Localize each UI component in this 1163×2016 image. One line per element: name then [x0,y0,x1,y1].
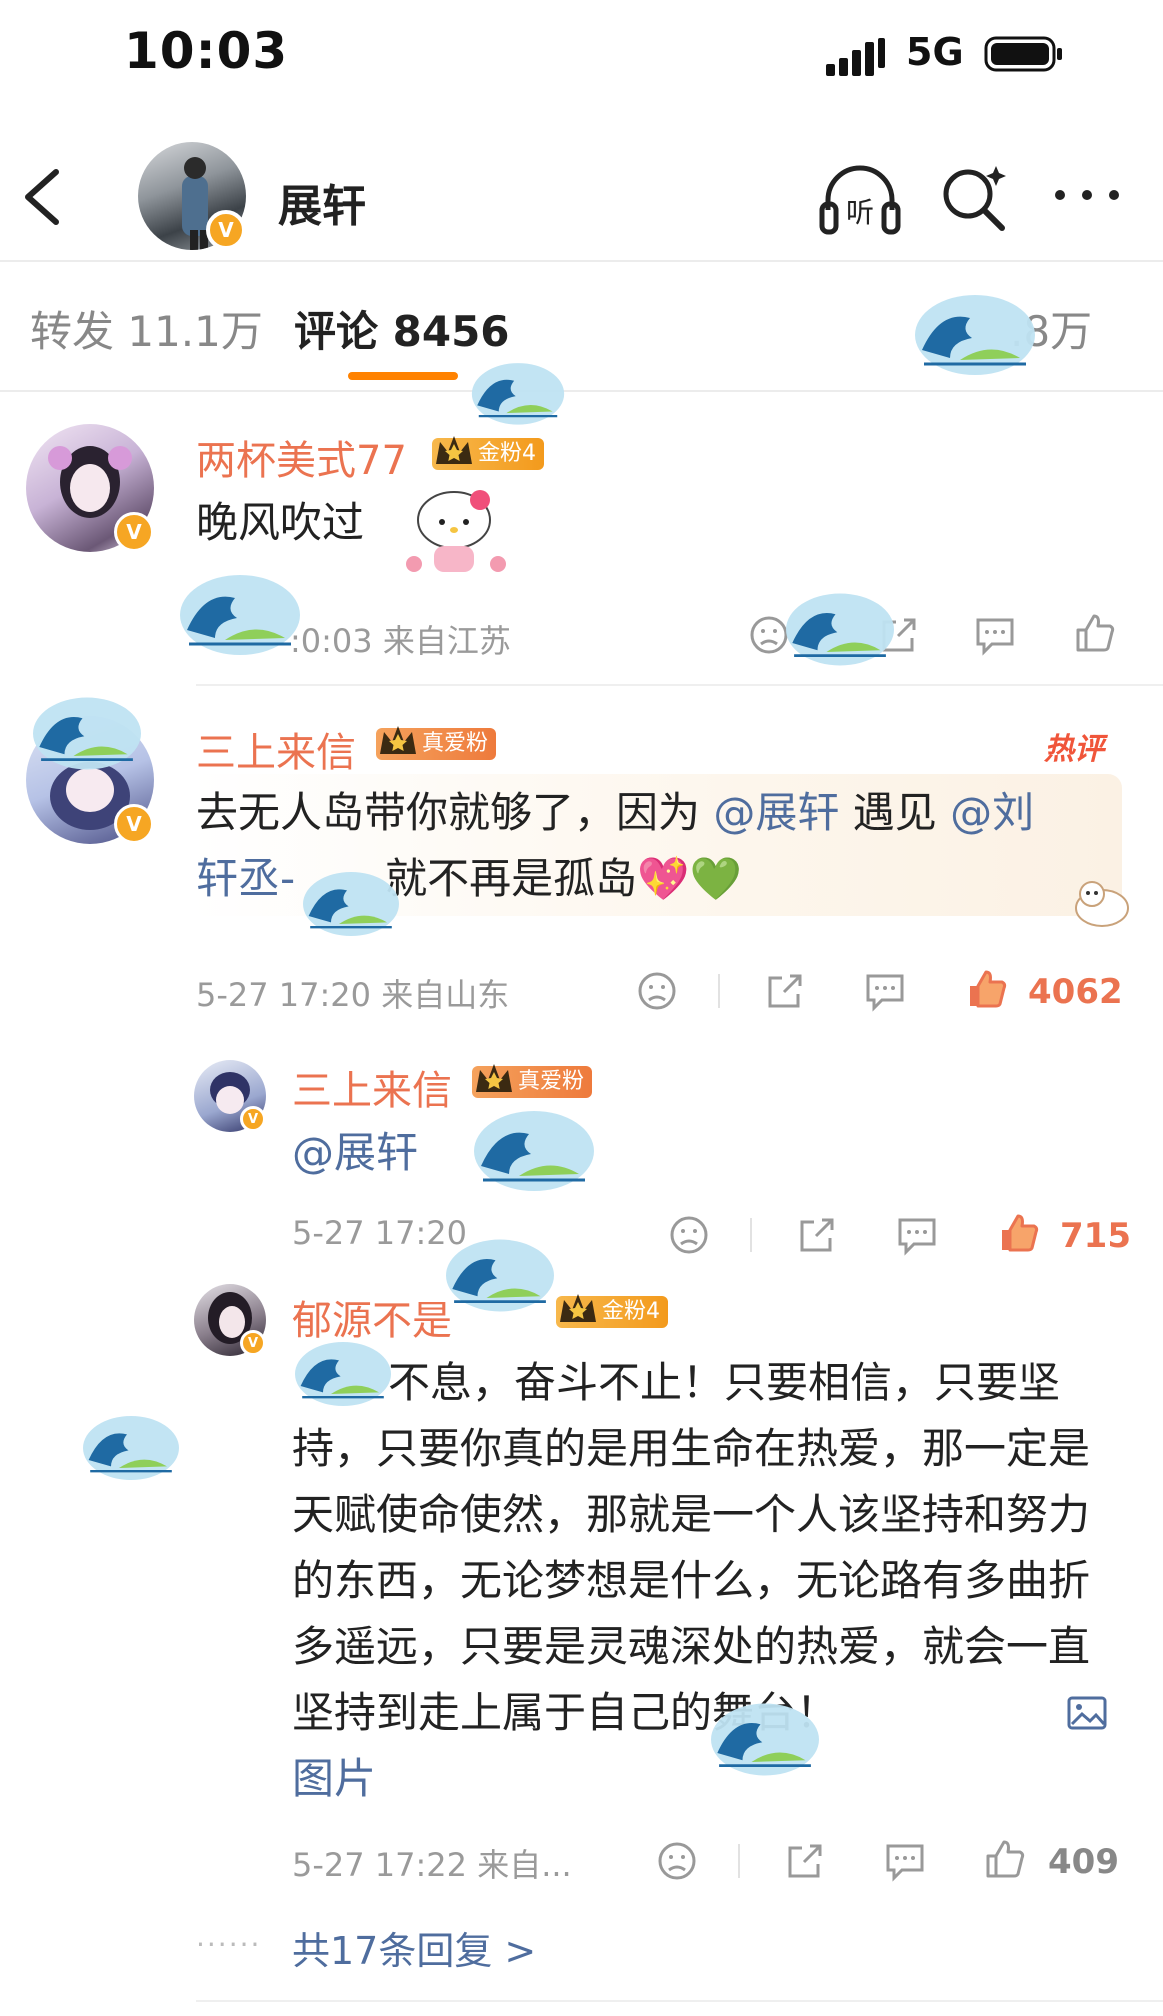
comment-divider [196,684,1163,686]
verified-badge-icon: V [240,1106,266,1132]
share-icon[interactable] [784,1840,826,1882]
image-icon[interactable] [1066,1692,1108,1734]
view-more-replies-link[interactable]: 共17条回复 > [292,1920,536,1975]
fan-badge: 真爱粉 [472,1064,593,1098]
comment-username[interactable]: 三上来信 [196,720,356,778]
fan-badge-label: 真爱粉 [422,731,489,756]
action-separator [738,1844,740,1878]
like-count: 409 [1048,1842,1119,1882]
fan-badge-label: 金粉4 [478,441,536,466]
wave-sticker-icon [915,295,1035,375]
share-icon[interactable] [764,970,806,1012]
wave-sticker-icon [83,1416,179,1480]
status-time: 10:03 [124,22,289,80]
mention-link[interactable]: @展轩 [292,1128,418,1177]
signal-icon [826,38,885,76]
wave-sticker-icon [471,363,565,425]
wave-sticker-icon [303,872,399,936]
back-arrow-icon[interactable] [14,162,74,232]
verified-badge-icon: V [114,804,154,844]
crown-icon [380,726,416,754]
verified-badge-icon: V [240,1330,266,1356]
wave-sticker-icon [786,593,894,666]
dislike-icon[interactable] [656,1840,698,1882]
svg-text:听: 听 [846,196,874,229]
action-separator [750,1218,752,1252]
reply-text: 不息，奋斗不止！只要相信，只要坚持，只要你真的是用生命在热爱，那一定是天赋使命使… [292,1358,1091,1737]
crown-icon [560,1294,596,1322]
page-title: 展轩 [278,181,366,232]
reply-text: @展轩 [292,1120,418,1186]
like-count: 715 [1060,1216,1131,1256]
active-tab-indicator [348,372,458,380]
wave-sticker-icon [33,697,141,770]
reply-icon[interactable] [896,1214,938,1256]
like-icon[interactable] [984,1838,1026,1880]
reply-icon[interactable] [884,1840,926,1882]
image-link[interactable]: 图片 [292,1746,376,1812]
fan-badge-label: 真爱粉 [518,1069,585,1094]
reply-username[interactable]: 三上来信 [292,1058,452,1116]
like-icon[interactable] [1074,612,1116,654]
tabs-divider [0,390,1163,392]
wave-sticker-icon [474,1111,594,1191]
fan-badge: 金粉4 [432,436,544,470]
fan-badge: 真爱粉 [376,726,497,760]
more-icon[interactable] [1052,180,1122,210]
search-icon[interactable] [938,162,1010,234]
profile-header: V 展轩 听 [0,140,1163,260]
reply-icon[interactable] [864,970,906,1012]
like-count: 4062 [1028,972,1123,1012]
comment-meta: :0:03 来自江苏 [290,622,511,660]
fan-badge-label: 金粉4 [602,1299,660,1324]
comment-username[interactable]: 两杯美式77 [196,428,407,486]
network-label: 5G [906,30,964,74]
dislike-icon[interactable] [668,1214,710,1256]
dislike-icon[interactable] [636,970,678,1012]
listen-icon[interactable]: 听 [818,160,902,236]
share-icon[interactable] [796,1214,838,1256]
like-icon-active[interactable] [966,968,1008,1010]
wave-sticker-icon [446,1239,554,1312]
like-icon-active[interactable] [998,1212,1040,1254]
reply-meta: 5-27 17:22 来自... [292,1846,572,1884]
wave-sticker-icon [295,1342,391,1406]
comment-divider [196,2000,1163,2002]
status-bar: 10:03 5G [0,0,1163,110]
comment-meta: 5-27 17:20 来自山东 [196,976,510,1014]
wave-sticker-icon [711,1703,819,1776]
battery-icon [984,36,1062,72]
comment-text: 晚风吹过 [196,498,365,547]
reply-icon[interactable] [974,614,1016,656]
action-separator [718,974,720,1008]
thread-dots: ······ [196,1928,262,1961]
mention-link[interactable]: @展轩 [713,788,839,837]
tab-reposts[interactable]: 转发 11.1万 [30,298,263,359]
hot-comment-badge: 热评 [1044,732,1104,767]
verified-badge-icon: V [206,210,246,250]
cat-sticker-icon [1075,881,1129,927]
verified-badge-icon: V [114,512,154,552]
wave-sticker-icon [180,575,300,655]
fan-badge: 金粉4 [556,1294,668,1328]
hello-kitty-sticker-icon [406,490,506,572]
crown-icon [436,436,472,464]
